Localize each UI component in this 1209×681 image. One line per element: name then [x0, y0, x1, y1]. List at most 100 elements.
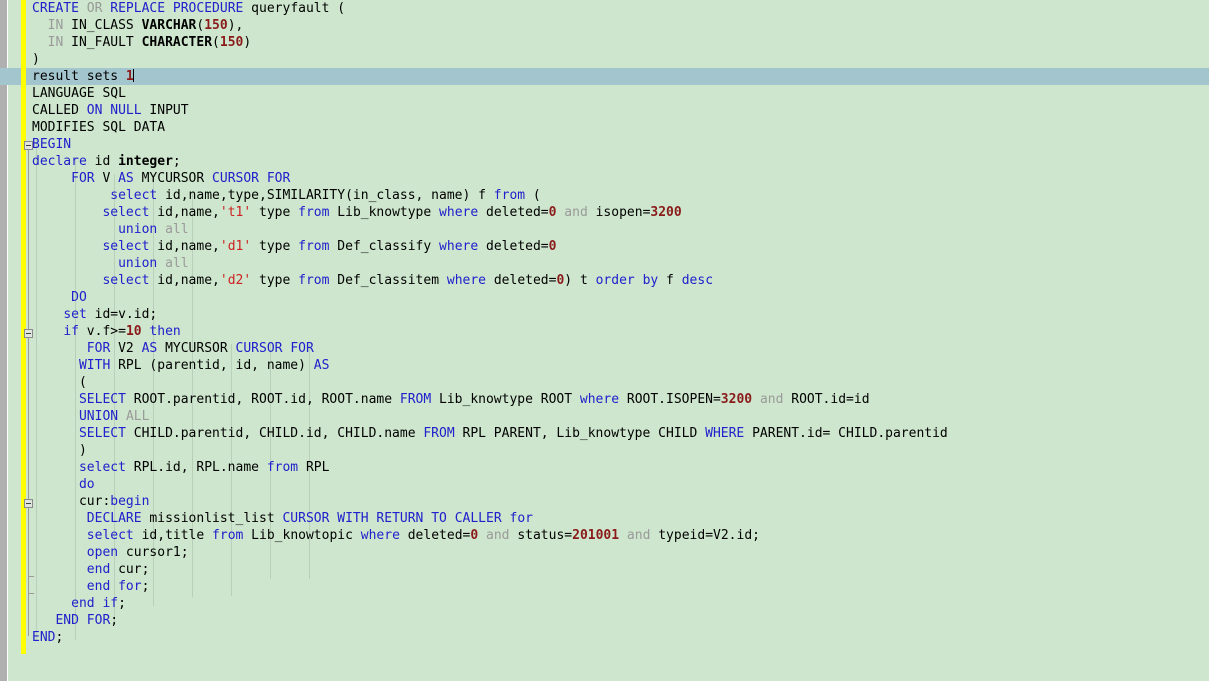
code-line[interactable]: SELECT ROOT.parentid, ROOT.id, ROOT.name… — [0, 391, 1209, 408]
code-line-text: END FOR; — [32, 612, 118, 629]
code-line[interactable]: union all — [0, 221, 1209, 238]
code-token: FOR — [290, 341, 314, 356]
code-line[interactable]: do — [0, 476, 1209, 493]
code-line[interactable]: select id,name,'d1' type from Def_classi… — [0, 238, 1209, 255]
code-line[interactable]: IN IN_FAULT CHARACTER(150) — [0, 34, 1209, 51]
code-line[interactable]: select id,name,'d2' type from Def_classi… — [0, 272, 1209, 289]
code-line[interactable]: SELECT CHILD.parentid, CHILD.id, CHILD.n… — [0, 425, 1209, 442]
fold-marker-curbegin[interactable] — [24, 499, 33, 508]
code-token: select — [110, 188, 158, 203]
code-token: where — [579, 392, 620, 407]
code-line-text: end for; — [32, 578, 150, 595]
code-line[interactable]: IN IN_CLASS VARCHAR(150), — [0, 17, 1209, 34]
code-token: ), — [227, 18, 244, 33]
code-token: and — [564, 205, 588, 220]
code-line[interactable]: declare id integer; — [0, 153, 1209, 170]
code-line-text: FOR V2 AS MYCURSOR CURSOR FOR — [32, 340, 314, 357]
code-line[interactable]: MODIFIES SQL DATA — [0, 119, 1209, 136]
code-line[interactable]: set id=v.id; — [0, 306, 1209, 323]
code-token: if — [102, 596, 119, 611]
code-line[interactable]: DO — [0, 289, 1209, 306]
code-token: RPL.id, RPL.name — [125, 460, 267, 475]
code-token: for — [118, 579, 142, 594]
code-token: CHILD.parentid, CHILD.id, CHILD.name — [125, 426, 424, 441]
code-line[interactable]: open cursor1; — [0, 544, 1209, 561]
code-line[interactable]: select id,name,type,SIMILARITY(in_class,… — [0, 187, 1209, 204]
code-token: status= — [509, 528, 573, 543]
code-token: id,name, — [149, 239, 220, 254]
code-token: f — [658, 273, 682, 288]
code-line[interactable]: end if; — [0, 595, 1209, 612]
code-line[interactable]: CALLED ON NULL INPUT — [0, 102, 1209, 119]
code-line[interactable]: ( — [0, 374, 1209, 391]
code-line[interactable]: DECLARE missionlist_list CURSOR WITH RET… — [0, 510, 1209, 527]
code-token: ; — [118, 596, 126, 611]
code-line[interactable]: END FOR; — [0, 612, 1209, 629]
code-line[interactable]: result sets 1 — [0, 68, 1209, 85]
code-token: FOR — [71, 171, 95, 186]
code-token: MYCURSOR — [133, 171, 213, 186]
code-token: 201001 — [572, 528, 620, 543]
code-line[interactable]: select id,name,'t1' type from Lib_knowty… — [0, 204, 1209, 221]
code-line[interactable]: END; — [0, 629, 1209, 646]
code-token: end — [71, 596, 95, 611]
code-line[interactable]: cur:begin — [0, 493, 1209, 510]
code-line[interactable]: ) — [0, 51, 1209, 68]
code-line-text: select id,name,'t1' type from Lib_knowty… — [32, 204, 681, 221]
code-line-text: do — [32, 476, 95, 493]
fold-marker-if[interactable] — [24, 329, 33, 338]
code-token: NULL — [110, 103, 142, 118]
code-token: begin — [110, 494, 150, 509]
code-lines[interactable]: CREATE OR REPLACE PROCEDURE queryfault (… — [0, 0, 1209, 646]
code-token: id,name,type,SIMILARITY(in_class, name) … — [157, 188, 494, 203]
code-line[interactable]: ) — [0, 442, 1209, 459]
code-line[interactable]: end for; — [0, 578, 1209, 595]
code-token: union — [118, 256, 158, 271]
code-token: PROCEDURE — [172, 1, 244, 16]
code-line-text: BEGIN — [32, 136, 71, 153]
code-line-text: open cursor1; — [32, 544, 189, 561]
code-line-text: union all — [32, 255, 188, 272]
code-token: WHERE — [705, 426, 745, 441]
code-line[interactable]: end cur; — [0, 561, 1209, 578]
code-token: Lib_knowtopic — [243, 528, 361, 543]
code-line[interactable]: FOR V AS MYCURSOR CURSOR FOR — [0, 170, 1209, 187]
code-line[interactable]: select id,title from Lib_knowtopic where… — [0, 527, 1209, 544]
code-token: FROM — [399, 392, 432, 407]
code-line[interactable]: union all — [0, 255, 1209, 272]
code-token: select — [78, 460, 126, 475]
code-line[interactable]: LANGUAGE SQL — [0, 85, 1209, 102]
fold-line-curbegin — [28, 508, 29, 576]
code-line[interactable]: WITH RPL (parentid, id, name) AS — [0, 357, 1209, 374]
code-token: where — [439, 205, 479, 220]
code-line[interactable]: CREATE OR REPLACE PROCEDURE queryfault ( — [0, 0, 1209, 17]
code-token: Def_classify — [329, 239, 440, 254]
fold-marker-begin[interactable] — [24, 141, 33, 150]
code-line[interactable]: FOR V2 AS MYCURSOR CURSOR FOR — [0, 340, 1209, 357]
code-line[interactable]: select RPL.id, RPL.name from RPL — [0, 459, 1209, 476]
sql-code-editor[interactable]: CREATE OR REPLACE PROCEDURE queryfault (… — [0, 0, 1209, 681]
code-line-text: select id,name,type,SIMILARITY(in_class,… — [32, 187, 540, 204]
code-token: ) — [243, 35, 252, 50]
code-token: ) t — [564, 273, 596, 288]
code-line[interactable]: BEGIN — [0, 136, 1209, 153]
code-token: Lib_knowtype ROOT — [431, 392, 580, 407]
code-token: open — [86, 545, 119, 560]
code-line-text: UNION ALL — [32, 408, 149, 425]
code-token: and — [759, 392, 784, 407]
code-token: INPUT — [141, 103, 189, 118]
code-line[interactable]: if v.f>=10 then — [0, 323, 1209, 340]
code-token: SELECT — [78, 426, 126, 441]
code-token: set — [63, 307, 87, 322]
code-token: 'd2' — [219, 273, 252, 288]
code-line-text: SELECT ROOT.parentid, ROOT.id, ROOT.name… — [32, 391, 870, 408]
code-token: where — [446, 273, 487, 288]
code-token: CURSOR — [212, 171, 260, 186]
change-indicator-bar — [21, 0, 26, 654]
code-line[interactable]: UNION ALL — [0, 408, 1209, 425]
